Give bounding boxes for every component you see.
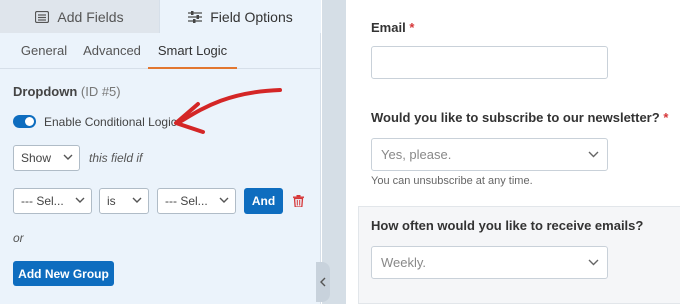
form-preview: Email * Would you like to subscribe to o… [346,0,680,304]
subtab-advanced[interactable]: Advanced [80,33,144,69]
frequency-label: How often would you like to receive emai… [371,218,644,233]
panel-divider [322,0,346,304]
chevron-down-icon [588,151,599,158]
annotation-arrow-icon [174,88,282,134]
newsletter-label: Would you like to subscribe to our newsl… [371,110,668,125]
newsletter-select-value: Yes, please. [381,147,452,162]
show-hide-value: Show [21,151,52,165]
tab-field-options-label: Field Options [210,8,293,25]
chevron-down-icon [63,154,73,160]
conditional-logic-toggle[interactable] [13,115,36,128]
field-option-subtabs: General Advanced Smart Logic [0,33,321,69]
tab-field-options[interactable]: Field Options [160,0,321,33]
chevron-left-icon [320,277,326,287]
toggle-knob [25,117,34,126]
newsletter-help-text: You can unsubscribe at any time. [371,175,533,187]
rule-operator-select[interactable]: is [99,188,149,214]
newsletter-select[interactable]: Yes, please. [371,138,608,171]
sliders-icon [188,10,203,23]
chevron-down-icon [75,197,85,203]
rule-value-select[interactable]: --- Sel... [157,188,236,214]
chevron-down-icon [588,259,599,266]
frequency-select[interactable]: Weekly. [371,246,608,279]
field-name: Dropdown [13,84,78,99]
newsletter-label-text: Would you like to subscribe to our newsl… [371,110,660,125]
show-hide-select[interactable]: Show [13,145,80,171]
subtab-general[interactable]: General [12,33,76,69]
rule-value-value: --- Sel... [165,194,208,208]
field-title: Dropdown (ID #5) [13,84,121,99]
email-label-text: Email [371,20,406,35]
chevron-down-icon [219,197,229,203]
frequency-select-value: Weekly. [381,255,427,270]
required-mark: * [663,110,669,125]
required-mark: * [409,20,415,35]
rule-field-select[interactable]: --- Sel... [13,188,92,214]
add-new-group-button[interactable]: Add New Group [13,261,114,286]
tab-add-fields-label: Add Fields [57,8,124,25]
field-id: (ID #5) [80,84,121,99]
tab-add-fields[interactable]: Add Fields [0,0,160,33]
email-label: Email * [371,20,414,35]
email-field[interactable] [371,46,608,79]
trash-icon[interactable] [293,195,304,207]
list-icon [35,10,50,23]
collapse-panel-handle[interactable] [316,262,330,302]
conditional-logic-label: Enable Conditional Logic [44,115,177,129]
show-suffix-text: this field if [89,151,143,165]
and-button[interactable]: And [244,188,283,214]
field-options-panel: Add Fields Field Options General Advance… [0,0,321,304]
chevron-down-icon [132,197,142,203]
or-separator: or [13,231,24,245]
rule-field-value: --- Sel... [21,194,64,208]
rule-operator-value: is [107,194,116,208]
subtab-smart-logic[interactable]: Smart Logic [148,33,237,69]
panel-tabs: Add Fields Field Options [0,0,321,33]
